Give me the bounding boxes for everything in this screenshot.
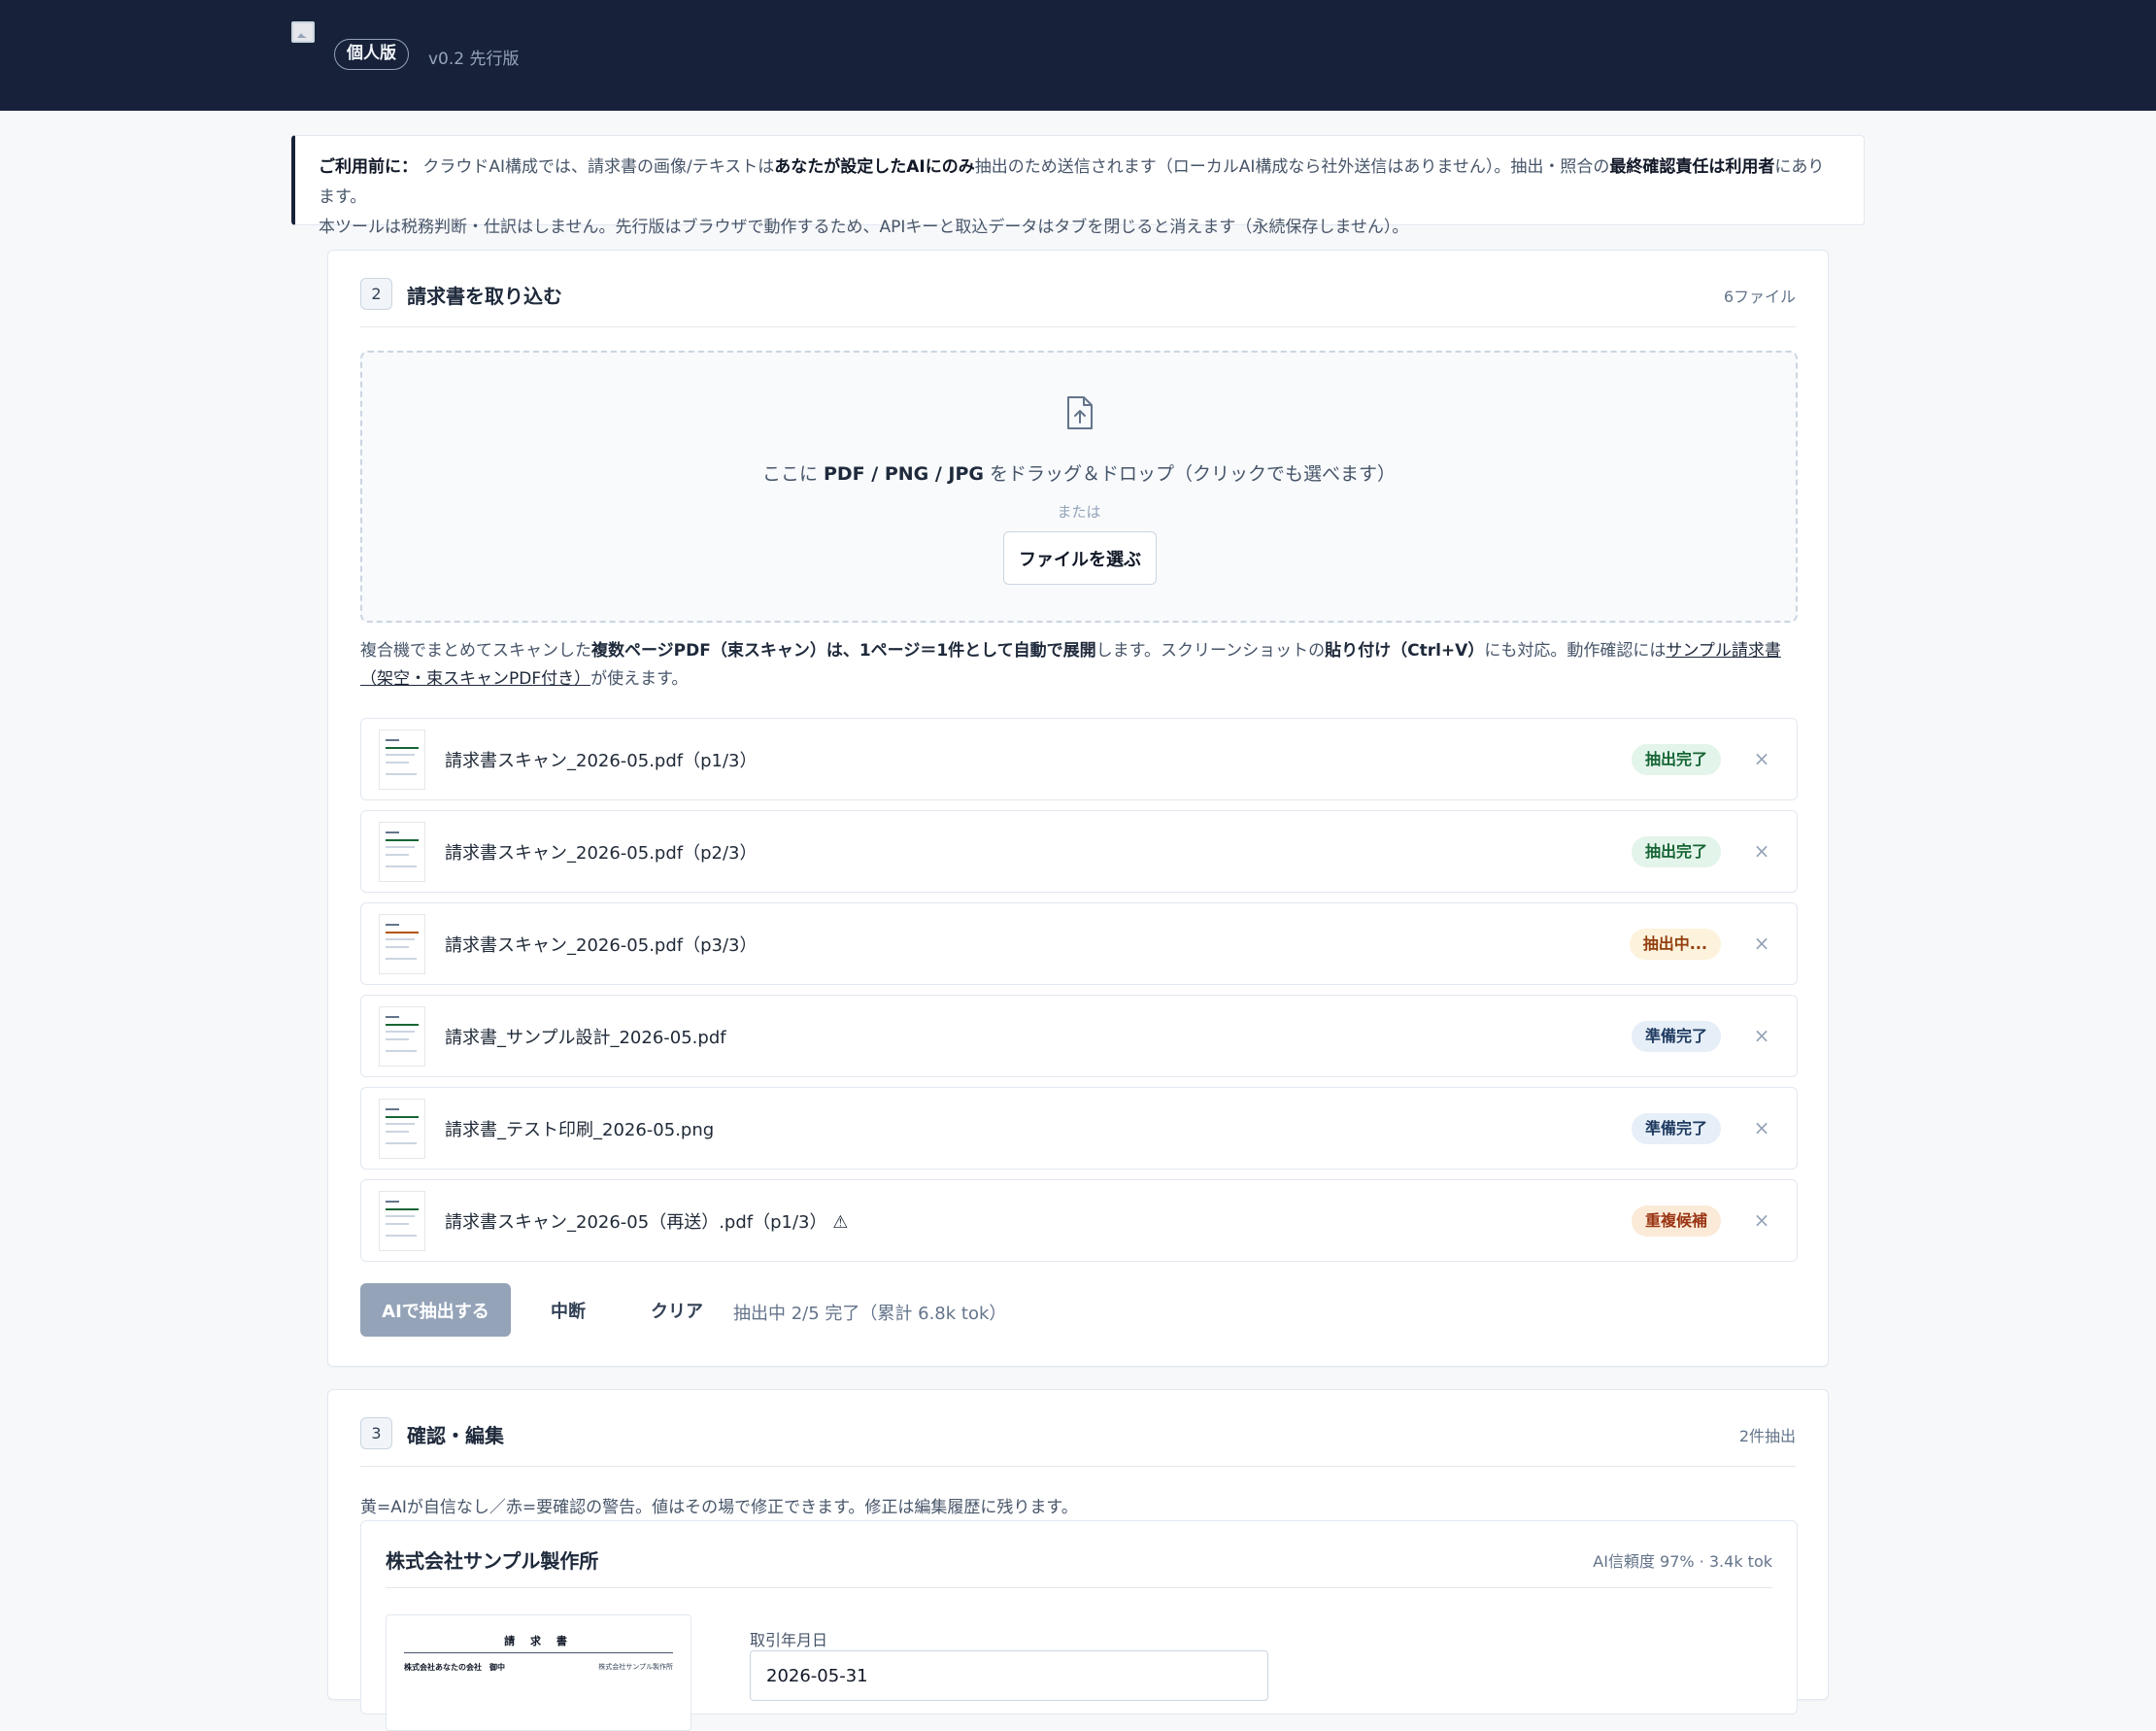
file-row: 請求書_サンプル設計_2026-05.pdf 準備完了 × <box>360 995 1798 1077</box>
ai-confidence: AI信頼度 97% · 3.4k tok <box>1593 1552 1772 1571</box>
preview-divider <box>404 1652 673 1653</box>
stop-button[interactable]: 中断 <box>539 1283 597 1337</box>
notice-bold: あなたが設定したAIにのみ <box>774 157 975 177</box>
dz-formats: PDF / PNG / JPG <box>823 463 985 485</box>
file-thumbnail <box>379 1099 425 1159</box>
remove-file-button[interactable]: × <box>1750 742 1773 775</box>
dz-prefix: ここに <box>761 463 824 485</box>
version-label: v0.2 先行版 <box>428 50 520 69</box>
step-number: 3 <box>360 1417 392 1449</box>
file-name: 請求書スキャン_2026-05.pdf（p2/3） <box>445 843 758 864</box>
ai-extract-button[interactable]: AIで抽出する <box>360 1283 511 1337</box>
file-name: 請求書_テスト印刷_2026-05.png <box>445 1120 715 1140</box>
file-count: 6ファイル <box>1723 288 1796 306</box>
file-name: 請求書スキャン_2026-05（再送）.pdf（p1/3） ⚠ <box>445 1212 849 1233</box>
status-badge: 抽出完了 <box>1631 836 1721 867</box>
extraction-progress: 抽出中 2/5 完了（累計 6.8k tok） <box>733 1304 1007 1324</box>
dropzone-text: ここに PDF / PNG / JPG をドラッグ＆ドロップ（クリックでも選べま… <box>362 459 1796 486</box>
file-thumbnail <box>379 730 425 790</box>
file-thumbnail <box>379 822 425 882</box>
file-upload-icon <box>1067 396 1093 429</box>
file-dropzone[interactable]: ここに PDF / PNG / JPG をドラッグ＆ドロップ（クリックでも選べま… <box>360 351 1798 623</box>
dropzone-or: または <box>1057 503 1101 521</box>
logo-broken-image-icon <box>291 21 315 43</box>
notice-line-1: ご利用前に： クラウドAI構成では、請求書の画像/テキストはあなたが設定したAI… <box>319 153 1840 213</box>
extracted-count: 2件抽出 <box>1738 1427 1796 1445</box>
status-badge: 準備完了 <box>1631 1021 1721 1052</box>
file-thumbnail <box>379 914 425 974</box>
notice-text: クラウドAI構成では、請求書の画像/テキストは <box>418 157 775 177</box>
file-thumbnail <box>379 1191 425 1251</box>
clear-button[interactable]: クリア <box>642 1283 712 1337</box>
file-name: 請求書スキャン_2026-05.pdf（p3/3） <box>445 935 758 956</box>
vendor-name: 株式会社サンプル製作所 <box>386 1549 599 1573</box>
remove-file-button[interactable]: × <box>1750 1019 1773 1052</box>
import-card: 2 請求書を取り込む 6ファイル ここに PDF / PNG / JPG をドラ… <box>327 250 1829 1367</box>
remove-file-button[interactable]: × <box>1750 1111 1773 1144</box>
helper-text: にも対応。動作確認には <box>1484 641 1667 661</box>
helper-text: が使えます。 <box>590 669 689 689</box>
notice-bold: 最終確認責任は利用者 <box>1609 157 1775 177</box>
usage-notice: ご利用前に： クラウドAI構成では、請求書の画像/テキストはあなたが設定したAI… <box>291 135 1865 237</box>
invoice-card: 株式会社サンプル製作所 AI信頼度 97% · 3.4k tok 請 求 書 株… <box>360 1520 1798 1731</box>
status-badge: 抽出完了 <box>1631 744 1721 775</box>
preview-title: 請 求 書 <box>504 1635 573 1647</box>
status-badge: 準備完了 <box>1631 1113 1721 1144</box>
edition-badge: 個人版 <box>334 39 409 70</box>
remove-file-button[interactable]: × <box>1750 927 1773 960</box>
dz-suffix: をドラッグ＆ドロップ（クリックでも選べます） <box>984 463 1397 485</box>
choose-file-button[interactable]: ファイルを選ぶ <box>1003 531 1157 585</box>
notice-lead: ご利用前に： <box>319 157 418 177</box>
status-badge: 重複候補 <box>1631 1205 1721 1237</box>
status-badge: 抽出中... <box>1629 929 1721 960</box>
helper-bold: 複数ページPDF（束スキャン）は、1ページ＝1件として自動で展開 <box>591 641 1096 661</box>
notice-text: 抽出のため送信されます（ローカルAI構成なら社外送信はありません）。抽出・照合の <box>974 157 1610 177</box>
notice-line-2: 本ツールは税務判断・仕訳はしません。先行版はブラウザで動作するため、APIキーと… <box>319 218 1409 237</box>
helper-text: します。スクリーンショットの <box>1095 641 1326 661</box>
file-row: 請求書スキャン_2026-05（再送）.pdf（p1/3） ⚠ 重複候補 × <box>360 1179 1798 1262</box>
file-row: 請求書スキャン_2026-05.pdf（p3/3） 抽出中... × <box>360 902 1798 985</box>
remove-file-button[interactable]: × <box>1750 1204 1773 1237</box>
preview-issuer: 株式会社サンプル製作所 <box>598 1663 673 1671</box>
step-number: 2 <box>360 278 392 310</box>
section-title: 確認・編集 <box>407 1424 504 1447</box>
file-row: 請求書_テスト印刷_2026-05.png 準備完了 × <box>360 1087 1798 1170</box>
preview-recipient: 株式会社あなたの会社 御中 <box>404 1663 505 1672</box>
top-bar: 個人版 v0.2 先行版 <box>0 0 2156 111</box>
remove-file-button[interactable]: × <box>1750 834 1773 867</box>
import-actions: AIで抽出する 中断 クリア 抽出中 2/5 完了（累計 6.8k tok） <box>360 1283 1798 1338</box>
review-hint: 黄=AIが自信なし／赤=要確認の警告。値はその場で修正できます。修正は編集履歴に… <box>360 1498 1078 1517</box>
file-thumbnail <box>379 1006 425 1067</box>
transaction-date-input[interactable] <box>750 1650 1268 1701</box>
section-title: 請求書を取り込む <box>407 285 562 308</box>
invoice-card-header: 株式会社サンプル製作所 AI信頼度 97% · 3.4k tok <box>386 1521 1772 1588</box>
date-label: 取引年月日 <box>750 1631 828 1649</box>
file-name: 請求書スキャン_2026-05.pdf（p1/3） <box>445 751 758 771</box>
invoice-preview[interactable]: 請 求 書 株式会社あなたの会社 御中 株式会社サンプル製作所 <box>386 1614 691 1731</box>
file-row: 請求書スキャン_2026-05.pdf（p2/3） 抽出完了 × <box>360 810 1798 893</box>
import-card-header: 2 請求書を取り込む 6ファイル <box>360 251 1796 327</box>
review-card-header: 3 確認・編集 2件抽出 <box>360 1390 1796 1467</box>
file-name: 請求書_サンプル設計_2026-05.pdf <box>445 1028 726 1048</box>
review-card: 3 確認・編集 2件抽出 黄=AIが自信なし／赤=要確認の警告。値はその場で修正… <box>327 1389 1829 1731</box>
file-row: 請求書スキャン_2026-05.pdf（p1/3） 抽出完了 × <box>360 718 1798 800</box>
helper-bold: 貼り付け（Ctrl+V） <box>1325 641 1485 661</box>
helper-text: 複合機でまとめてスキャンした <box>360 641 591 661</box>
import-helper-text: 複合機でまとめてスキャンした複数ページPDF（束スキャン）は、1ページ＝1件とし… <box>360 637 1802 694</box>
